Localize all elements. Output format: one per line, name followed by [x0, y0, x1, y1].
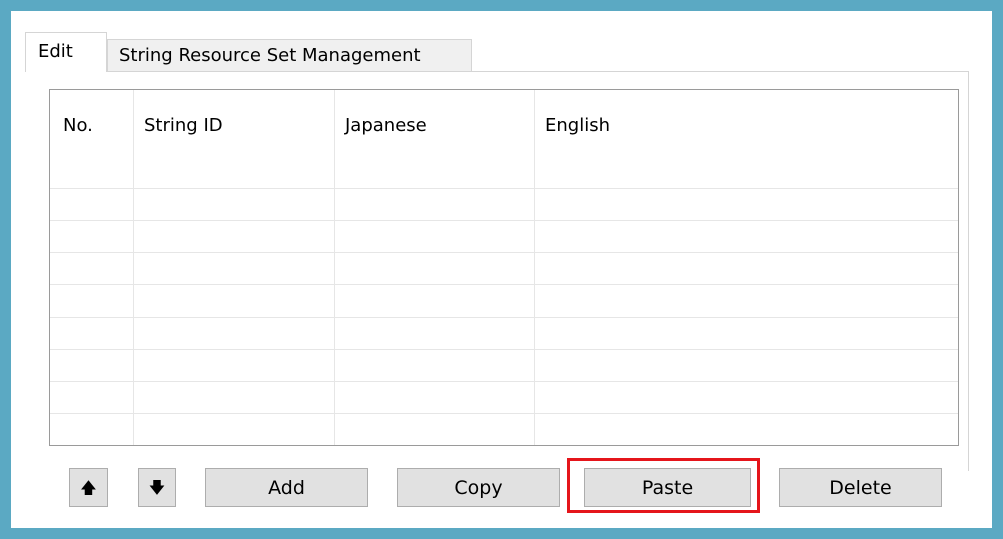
table-row[interactable]: [50, 413, 958, 414]
table-row[interactable]: [50, 317, 958, 318]
column-divider: [534, 90, 535, 445]
arrow-down-icon: 🡇: [148, 477, 166, 497]
tab-edit[interactable]: Edit: [25, 32, 107, 72]
editor-panel: Edit String Resource Set Management No. …: [11, 11, 992, 528]
delete-button[interactable]: Delete: [779, 468, 942, 507]
paste-button[interactable]: Paste: [584, 468, 751, 507]
column-divider: [133, 90, 134, 445]
table-row[interactable]: [50, 220, 958, 221]
add-button[interactable]: Add: [205, 468, 368, 507]
column-header-english[interactable]: English: [545, 115, 610, 136]
table-row[interactable]: [50, 381, 958, 382]
tab-baseline: [107, 71, 969, 72]
column-header-string-id[interactable]: String ID: [144, 115, 223, 136]
tab-bar: Edit String Resource Set Management: [11, 11, 992, 73]
table-header: No. String ID Japanese English: [50, 90, 958, 179]
column-divider: [334, 90, 335, 445]
arrow-up-icon: 🡅: [80, 477, 97, 497]
column-header-no[interactable]: No.: [63, 115, 93, 136]
tab-string-resource-set-management[interactable]: String Resource Set Management: [107, 39, 472, 71]
column-header-japanese[interactable]: Japanese: [345, 115, 427, 136]
table-row[interactable]: [50, 349, 958, 350]
tab-content-border: [968, 71, 969, 471]
table-row[interactable]: [50, 188, 958, 189]
table-row[interactable]: [50, 252, 958, 253]
move-down-button[interactable]: 🡇: [138, 468, 176, 507]
move-up-button[interactable]: 🡅: [69, 468, 108, 507]
table-row[interactable]: [50, 284, 958, 285]
string-table[interactable]: No. String ID Japanese English: [49, 89, 959, 446]
copy-button[interactable]: Copy: [397, 468, 560, 507]
